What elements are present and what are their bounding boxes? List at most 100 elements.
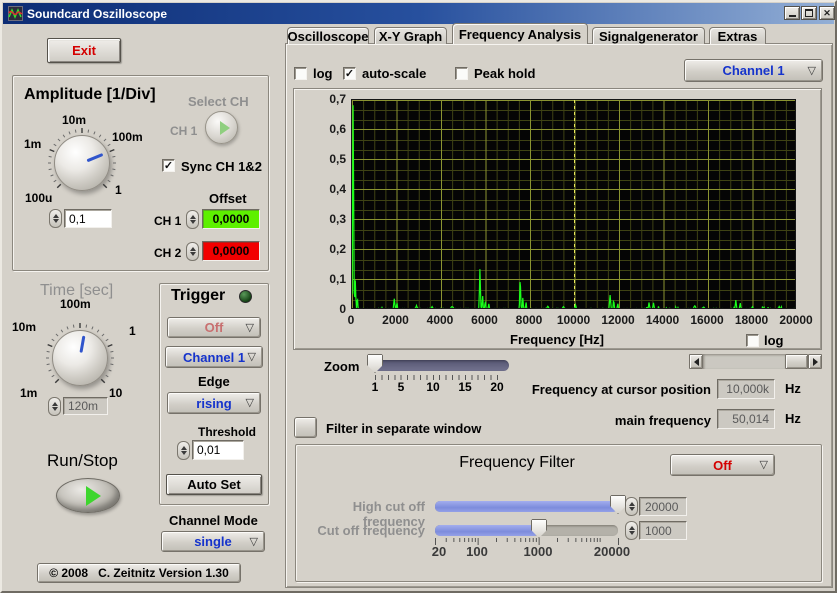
auto-set-button[interactable]: Auto Set [166, 474, 262, 495]
offset-ch1-label: CH 1 [154, 214, 181, 228]
close-button[interactable]: ✕ [819, 6, 835, 20]
time-value[interactable]: 120m [63, 397, 108, 415]
title-bar[interactable]: Soundcard Oszilloscope ✕ [3, 3, 834, 24]
offset-ch2-stepper[interactable] [186, 242, 199, 261]
autoscale-checkbox[interactable] [343, 67, 356, 80]
tab-signalgenerator[interactable]: Signalgenerator [592, 27, 705, 44]
threshold-stepper[interactable] [177, 441, 190, 460]
chevron-down-icon: ▽ [250, 535, 258, 548]
time-knob[interactable] [52, 330, 108, 386]
channel-mode-label: Channel Mode [169, 513, 258, 528]
chevron-down-icon: ▽ [760, 458, 768, 471]
runstop-label: Run/Stop [47, 451, 118, 471]
x-axis-title: Frequency [Hz] [457, 332, 657, 347]
filter-scale-1000: 1000 [520, 544, 556, 559]
sync-label: Sync CH 1&2 [181, 159, 262, 174]
tab-extras[interactable]: Extras [709, 27, 766, 44]
chevron-down-icon: ▽ [808, 64, 816, 77]
play-icon [86, 486, 101, 506]
main-frequency-value: 50,014 [717, 409, 775, 429]
time-knob-label-1: 1 [129, 324, 136, 338]
log-checkbox[interactable] [294, 67, 307, 80]
frequency-filter-title: Frequency Filter [422, 454, 612, 472]
graph-area: 00,10,20,30,40,50,60,7 02000400060008000… [293, 88, 822, 350]
arrow-left-icon [694, 358, 699, 366]
trigger-title: Trigger [171, 287, 225, 305]
arrow-right-icon [813, 358, 818, 366]
scrollbar-thumb[interactable] [785, 354, 808, 369]
window-title: Soundcard Oszilloscope [27, 7, 167, 21]
trigger-led [239, 290, 252, 303]
graph-log-label: log [764, 333, 784, 348]
zoom-tick-10: 10 [423, 380, 443, 394]
peak-hold-checkbox[interactable] [455, 67, 468, 80]
spectrum-plot[interactable] [351, 99, 796, 309]
high-cutoff-slider[interactable] [435, 501, 618, 512]
edge-dropdown[interactable]: rising ▽ [167, 392, 261, 414]
chevron-down-icon: ▽ [248, 350, 256, 363]
scrollbar-track[interactable] [703, 354, 785, 369]
amplitude-stepper[interactable] [49, 209, 62, 228]
cutoff-slider[interactable] [435, 525, 618, 536]
amplitude-value[interactable]: 0,1 [64, 209, 112, 228]
filter-window-label: Filter in separate window [326, 421, 481, 436]
chevron-down-icon: ▽ [246, 321, 254, 334]
cutoff-label: Cut off frequency [295, 523, 425, 538]
minimize-button[interactable] [784, 6, 800, 20]
runstop-button[interactable] [56, 478, 120, 513]
threshold-value[interactable]: 0,01 [192, 440, 244, 460]
autoscale-label: auto-scale [362, 66, 426, 81]
offset-title: Offset [209, 191, 247, 206]
filter-window-button[interactable] [294, 417, 317, 438]
offset-ch2-value[interactable]: 0,0000 [202, 241, 260, 261]
zoom-tick-1: 1 [365, 380, 385, 394]
main-frequency-label: main frequency [499, 413, 711, 428]
select-ch-channel: CH 1 [170, 124, 197, 138]
tab-frequency-analysis[interactable]: Frequency Analysis [452, 23, 588, 44]
zoom-slider-track[interactable] [373, 360, 509, 371]
amplitude-title: Amplitude [1/Div] [24, 86, 156, 104]
offset-ch1-stepper[interactable] [186, 210, 199, 229]
exit-button[interactable]: Exit [47, 38, 121, 63]
offset-ch1-value[interactable]: 0,0000 [202, 209, 260, 229]
sync-checkbox[interactable] [162, 159, 175, 172]
high-cutoff-stepper[interactable] [625, 497, 638, 516]
tab-xy-graph[interactable]: X-Y Graph [374, 27, 447, 44]
play-icon [220, 121, 230, 135]
filter-scale-20000: 20000 [591, 544, 633, 559]
channel-mode-dropdown[interactable]: single ▽ [161, 531, 265, 552]
tab-oscilloscope[interactable]: Oscilloscope [287, 27, 369, 44]
app-window: Soundcard Oszilloscope ✕ Exit Amplitude … [0, 0, 837, 593]
copyright-text: © 2008 C. Zeitnitz Version 1.30 [49, 566, 229, 580]
zoom-tick-15: 15 [455, 380, 475, 394]
time-stepper[interactable] [48, 397, 61, 416]
cursor-frequency-value: 10,000k [717, 379, 775, 399]
channel-select-dropdown[interactable]: Channel 1 ▽ [684, 59, 823, 82]
maximize-button[interactable] [801, 6, 817, 20]
log-label: log [313, 66, 333, 81]
select-ch-label: Select CH [188, 94, 249, 109]
time-knob-label-10m: 10m [12, 320, 36, 334]
peak-hold-label: Peak hold [474, 66, 535, 81]
threshold-label: Threshold [198, 425, 256, 439]
amp-knob-label-1m: 1m [24, 137, 41, 151]
trigger-source-dropdown[interactable]: Channel 1 ▽ [165, 346, 263, 368]
scrollbar-left-button[interactable] [689, 354, 703, 369]
trigger-mode-dropdown[interactable]: Off ▽ [167, 317, 261, 338]
filter-scale-100: 100 [463, 544, 491, 559]
graph-log-checkbox[interactable] [746, 334, 759, 347]
app-icon [8, 6, 23, 21]
time-knob-label-100m: 100m [60, 297, 91, 311]
scrollbar-right-button[interactable] [808, 354, 822, 369]
offset-ch2-label: CH 2 [154, 246, 181, 260]
zoom-tick-5: 5 [391, 380, 411, 394]
filter-mode-dropdown[interactable]: Off ▽ [670, 454, 775, 476]
cutoff-value[interactable]: 1000 [639, 521, 687, 540]
time-knob-label-1m: 1m [20, 386, 37, 400]
select-ch-button[interactable] [205, 111, 238, 144]
cutoff-stepper[interactable] [625, 521, 638, 540]
main-frequency-unit: Hz [785, 411, 801, 426]
high-cutoff-value[interactable]: 20000 [639, 497, 687, 516]
filter-scale-20: 20 [425, 544, 453, 559]
amplitude-knob[interactable] [54, 135, 110, 191]
